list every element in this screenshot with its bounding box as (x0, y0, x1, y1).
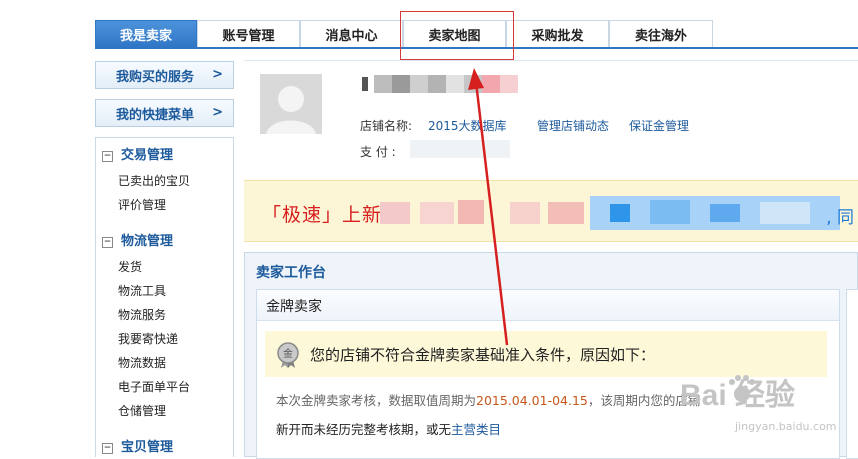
new-store-note: 新开而未经历完整考核期，或无主营类目 (276, 419, 501, 438)
red-arrow-annotation (468, 68, 509, 346)
sidebar-button-label: 我购买的服务 (116, 69, 195, 85)
sidebar-item-logistics-services[interactable]: 物流服务 (118, 306, 166, 323)
collapse-icon[interactable]: − (102, 151, 113, 162)
collapse-icon[interactable]: − (102, 237, 113, 248)
tab-wholesale[interactable]: 采购批发 (506, 20, 609, 47)
gold-seller-title: 金牌卖家 (266, 299, 322, 315)
sidebar-section-title: 交易管理 (121, 148, 174, 163)
sidebar-section-trade[interactable]: − 交易管理 (102, 144, 173, 163)
watermark-url: jingyan.baidu.com (735, 420, 837, 433)
sidebar-item-logistics-data[interactable]: 物流数据 (118, 354, 166, 371)
assessment-note-prefix: 本次金牌卖家考核，数据取值周期为 (276, 393, 477, 408)
avatar[interactable] (260, 74, 322, 134)
sidebar-item-send-express[interactable]: 我要寄快递 (118, 330, 178, 347)
sidebar-section-title: 宝贝管理 (121, 440, 174, 455)
sidebar-item-e-waybill[interactable]: 电子面单平台 (118, 378, 190, 395)
workbench-title: 卖家工作台 (256, 265, 326, 281)
sidebar-item-sold-items[interactable]: 已卖出的宝贝 (118, 172, 190, 189)
default-avatar-icon (260, 74, 322, 134)
gold-medal-icon: 金 (276, 342, 300, 368)
chevron-right-icon: > (212, 67, 223, 82)
main-category-link[interactable]: 主营类目 (451, 422, 501, 437)
assessment-note: 本次金牌卖家考核，数据取值周期为2015.04.01-04.15，该周期内您的店… (276, 390, 700, 409)
highlight-annotation-box (400, 11, 514, 60)
gold-seller-header (257, 290, 839, 321)
sidebar-item-ship[interactable]: 发货 (118, 258, 142, 275)
sidebar-item-logistics-tools[interactable]: 物流工具 (118, 282, 166, 299)
svg-text:金: 金 (283, 347, 293, 360)
tab-seller[interactable]: 我是卖家 (95, 20, 197, 47)
announcement-text: 「极速」上新 (262, 204, 383, 226)
sidebar-section-title: 物流管理 (121, 234, 174, 249)
tab-messages[interactable]: 消息中心 (300, 20, 403, 47)
sidebar-button-shortcut-menu[interactable]: 我的快捷菜单 > (95, 99, 234, 127)
sidebar-item-reviews[interactable]: 评价管理 (118, 196, 166, 213)
baidu-watermark: Bai 经验 (680, 372, 840, 419)
sidebar-section-logistics[interactable]: − 物流管理 (102, 230, 173, 249)
blurred-announcement (380, 196, 850, 233)
tab-account[interactable]: 账号管理 (197, 20, 300, 47)
chevron-right-icon: > (212, 105, 223, 120)
sidebar-item-warehouse[interactable]: 仓储管理 (118, 402, 166, 419)
baidu-paw-logo: Bai 经验 (680, 375, 795, 412)
sidebar-button-label: 我的快捷菜单 (116, 107, 195, 123)
store-name-label: 店铺名称: (360, 119, 413, 133)
tab-overseas[interactable]: 卖往海外 (609, 20, 713, 47)
sidebar-button-purchased-services[interactable]: 我购买的服务 > (95, 61, 234, 89)
payment-label: 支 付 : (360, 145, 396, 159)
deposit-management-link[interactable]: 保证金管理 (629, 117, 689, 134)
assessment-period: 2015.04.01-04.15 (476, 393, 588, 408)
sidebar-section-items[interactable]: − 宝贝管理 (102, 436, 173, 455)
collapse-icon[interactable]: − (102, 443, 113, 454)
new-store-note-text: 新开而未经历完整考核期，或无 (276, 422, 452, 437)
announcement-right-fragment: , 同 (826, 208, 854, 228)
manage-store-dynamics-link[interactable]: 管理店铺动态 (537, 117, 609, 134)
right-side-panel (846, 289, 858, 459)
